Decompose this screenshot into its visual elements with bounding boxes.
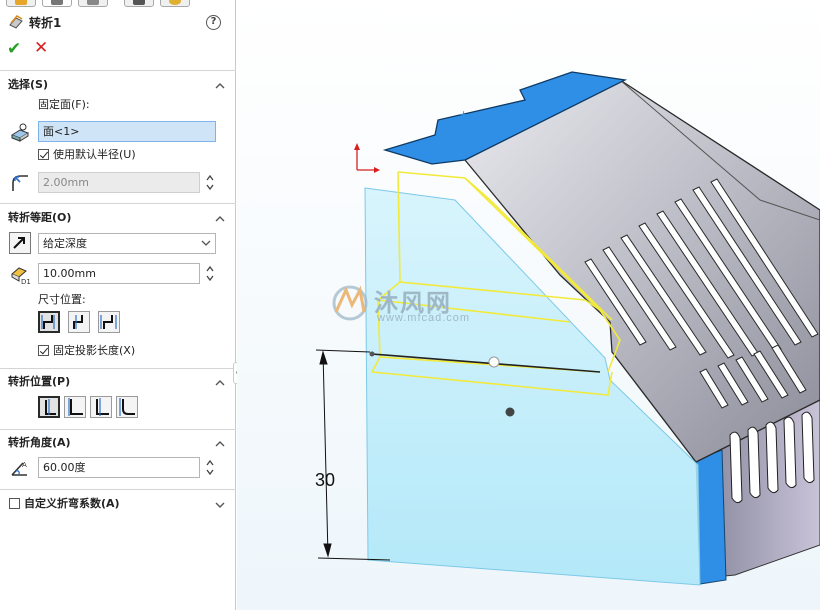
inside-offsets-icon <box>73 315 83 329</box>
material-outside-button[interactable] <box>90 396 112 418</box>
custom-bend-allowance-checkbox[interactable] <box>9 498 20 509</box>
bend-centerline-button[interactable] <box>38 396 60 418</box>
tab-configuration-manager[interactable] <box>78 0 108 7</box>
divider <box>0 70 236 71</box>
tab-display-manager[interactable] <box>160 0 190 7</box>
manager-tabs <box>0 0 236 8</box>
bend-outside-button[interactable] <box>116 396 138 418</box>
face-select-icon <box>9 121 31 143</box>
fix-projected-length-checkbox[interactable] <box>38 345 49 356</box>
end-condition-select[interactable]: 给定深度 <box>38 233 216 254</box>
divider <box>0 429 236 430</box>
material-inside-icon <box>68 398 83 416</box>
overall-dimension-button[interactable] <box>98 311 120 333</box>
cancel-button[interactable]: ✕ <box>34 39 48 57</box>
divider <box>0 489 236 490</box>
model-view: + <box>237 0 820 610</box>
jog-position-group-header[interactable]: 转折位置(P) <box>8 374 70 390</box>
radius-spinner[interactable] <box>204 172 216 193</box>
midpoint-icon <box>488 356 500 368</box>
feature-header: 转折1 <box>8 13 61 31</box>
fixed-face-field[interactable]: 面<1> <box>38 121 216 142</box>
graphics-viewport[interactable]: + 沐风网 www.mfcad.com 30 <box>237 0 820 610</box>
chevron-down-icon <box>201 240 211 246</box>
bend-radius-input: 2.00mm <box>38 172 200 193</box>
end-condition-value: 给定深度 <box>43 237 87 250</box>
divider <box>0 203 236 204</box>
use-default-radius-checkbox[interactable] <box>38 149 49 160</box>
direction-arrow-icon <box>13 237 25 249</box>
property-manager: 转折1 ? ✔ ✕ 选择(S) 固定面(F): 面<1> 使用默认半径(U) 2… <box>0 0 236 610</box>
custom-bend-allowance-label[interactable]: 自定义折弯系数(A) <box>24 496 120 511</box>
angle-spinner[interactable] <box>204 457 216 478</box>
dimxpert-icon <box>133 0 145 5</box>
collapse-icon[interactable] <box>214 377 226 389</box>
tab-feature-manager[interactable] <box>6 0 36 7</box>
expand-icon[interactable] <box>214 499 226 511</box>
material-outside-icon <box>96 398 109 416</box>
dimension-value[interactable]: 30 <box>315 470 335 491</box>
property-manager-icon <box>51 0 63 5</box>
tab-dimxpert[interactable] <box>124 0 154 7</box>
fixed-face-label: 固定面(F): <box>38 98 90 111</box>
fix-projected-length-label: 固定投影长度(X) <box>53 344 136 357</box>
tab-property-manager[interactable] <box>42 0 72 7</box>
fixed-face-dot <box>505 407 515 417</box>
feature-tree-icon <box>15 0 27 5</box>
bend-radius-icon <box>9 171 31 193</box>
outside-offsets-icon <box>41 315 55 329</box>
jog-feature-icon <box>9 15 23 29</box>
jog-offset-group-header[interactable]: 转折等距(O) <box>8 210 71 226</box>
selection-group-header[interactable]: 选择(S) <box>8 77 48 93</box>
offset-distance-icon: D1 <box>9 263 31 286</box>
flange-edge <box>695 449 727 585</box>
outside-offsets-button[interactable] <box>38 311 60 333</box>
jog-angle-input[interactable]: 60.00度 <box>38 457 200 478</box>
distance-spinner[interactable] <box>204 263 216 284</box>
origin-marker: + <box>459 108 468 121</box>
bend-centerline-icon <box>45 399 56 415</box>
jog-angle-icon: A <box>9 457 31 479</box>
reverse-direction-button[interactable] <box>9 232 31 254</box>
configuration-icon <box>87 0 99 5</box>
divider <box>0 368 236 369</box>
ok-button[interactable]: ✔ <box>7 40 21 58</box>
bend-outside-icon <box>119 398 135 416</box>
help-icon[interactable]: ? <box>206 15 221 30</box>
app-root: 转折1 ? ✔ ✕ 选择(S) 固定面(F): 面<1> 使用默认半径(U) 2… <box>0 0 820 610</box>
collapse-icon[interactable] <box>214 80 226 92</box>
overall-dimension-icon <box>100 315 117 329</box>
material-inside-button[interactable] <box>64 396 86 418</box>
feature-title: 转折1 <box>29 15 62 30</box>
collapse-icon[interactable] <box>214 438 226 450</box>
inside-offsets-button[interactable] <box>68 311 90 333</box>
use-default-radius-label: 使用默认半径(U) <box>53 148 136 161</box>
dimension-position-label: 尺寸位置: <box>38 293 86 306</box>
svg-text:D1: D1 <box>21 278 31 285</box>
offset-distance-input[interactable]: 10.00mm <box>38 263 200 284</box>
watermark-url: www.mfcad.com <box>377 312 471 324</box>
display-manager-icon <box>169 0 181 5</box>
jog-angle-group-header[interactable]: 转折角度(A) <box>8 435 71 451</box>
svg-text:A: A <box>22 461 27 469</box>
collapse-icon[interactable] <box>214 213 226 225</box>
